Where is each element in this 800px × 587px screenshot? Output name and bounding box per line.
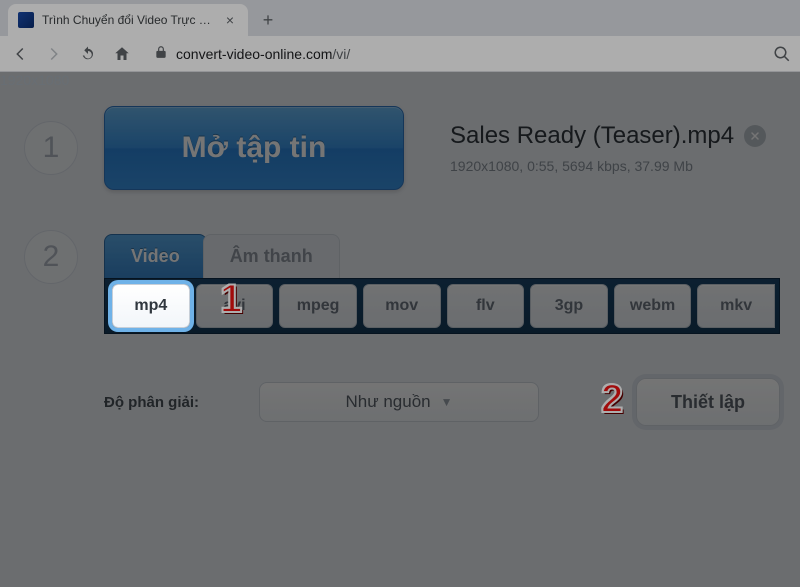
- tab-title: Trình Chuyển đổi Video Trực tuyến: [42, 13, 214, 27]
- page-content: 1 Mở tập tin Sales Ready (Teaser).mp4 19…: [0, 72, 800, 587]
- file-name: Sales Ready (Teaser).mp4: [450, 122, 734, 150]
- remove-file-button[interactable]: [744, 125, 766, 147]
- magnifier-icon: [773, 45, 791, 63]
- lock-icon: [154, 45, 168, 62]
- tab-video[interactable]: Video: [104, 234, 207, 278]
- step-1-section: 1 Mở tập tin Sales Ready (Teaser).mp4 19…: [0, 72, 800, 224]
- browser-tab[interactable]: Trình Chuyển đổi Video Trực tuyến ×: [8, 4, 248, 36]
- new-tab-button[interactable]: +: [254, 6, 282, 34]
- step-2-section: 2 Video Âm thanh mp4 avi mpeg mov flv 3g…: [0, 224, 800, 466]
- arrow-right-icon: [45, 45, 63, 63]
- browser-toolbar: convert-video-online.com/vi/: [0, 36, 800, 72]
- open-file-button[interactable]: Mở tập tin: [104, 106, 404, 190]
- resolution-label: Độ phân giải:: [104, 394, 199, 411]
- format-3gp[interactable]: 3gp: [530, 284, 608, 328]
- url-path: /vi/: [332, 46, 350, 62]
- step-number-1: 1: [24, 121, 78, 175]
- reload-icon: [79, 45, 97, 63]
- reload-button[interactable]: [76, 42, 100, 66]
- file-meta: 1920x1080, 0:55, 5694 kbps, 37.99 Mb: [450, 158, 780, 174]
- browser-window: Trình Chuyển đổi Video Trực tuyến × + co…: [0, 0, 800, 587]
- format-mov[interactable]: mov: [363, 284, 441, 328]
- tab-audio[interactable]: Âm thanh: [203, 234, 340, 278]
- address-bar[interactable]: convert-video-online.com/vi/: [144, 45, 762, 62]
- file-info: Sales Ready (Teaser).mp4 1920x1080, 0:55…: [430, 122, 780, 174]
- home-icon: [113, 45, 131, 63]
- format-avi[interactable]: avi: [196, 284, 274, 328]
- home-button[interactable]: [110, 42, 134, 66]
- chevron-down-icon: ▼: [441, 395, 453, 409]
- resolution-row: Độ phân giải: Như nguồn 1920x1080 ▼ Thiế…: [104, 378, 780, 426]
- zoom-button[interactable]: [772, 44, 792, 64]
- favicon-icon: [18, 12, 34, 28]
- format-mkv[interactable]: mkv: [697, 284, 775, 328]
- back-button[interactable]: [8, 42, 32, 66]
- tab-close-button[interactable]: ×: [222, 12, 238, 28]
- format-webm[interactable]: webm: [614, 284, 692, 328]
- settings-button[interactable]: Thiết lập: [636, 378, 780, 426]
- step-number-2: 2: [24, 230, 78, 284]
- url-domain: convert-video-online.com: [176, 46, 332, 62]
- output-type-tabs: Video Âm thanh: [104, 230, 780, 278]
- forward-button[interactable]: [42, 42, 66, 66]
- tab-strip: Trình Chuyển đổi Video Trực tuyến × +: [0, 0, 800, 36]
- format-mp4[interactable]: mp4: [112, 284, 190, 328]
- resolution-select[interactable]: Như nguồn 1920x1080 ▼: [259, 382, 539, 422]
- format-flv[interactable]: flv: [447, 284, 525, 328]
- format-mpeg[interactable]: mpeg: [279, 284, 357, 328]
- close-icon: [749, 130, 761, 142]
- format-bar: mp4 avi mpeg mov flv 3gp webm mkv: [104, 278, 780, 334]
- arrow-left-icon: [11, 45, 29, 63]
- resolution-value: Như nguồn: [346, 392, 431, 412]
